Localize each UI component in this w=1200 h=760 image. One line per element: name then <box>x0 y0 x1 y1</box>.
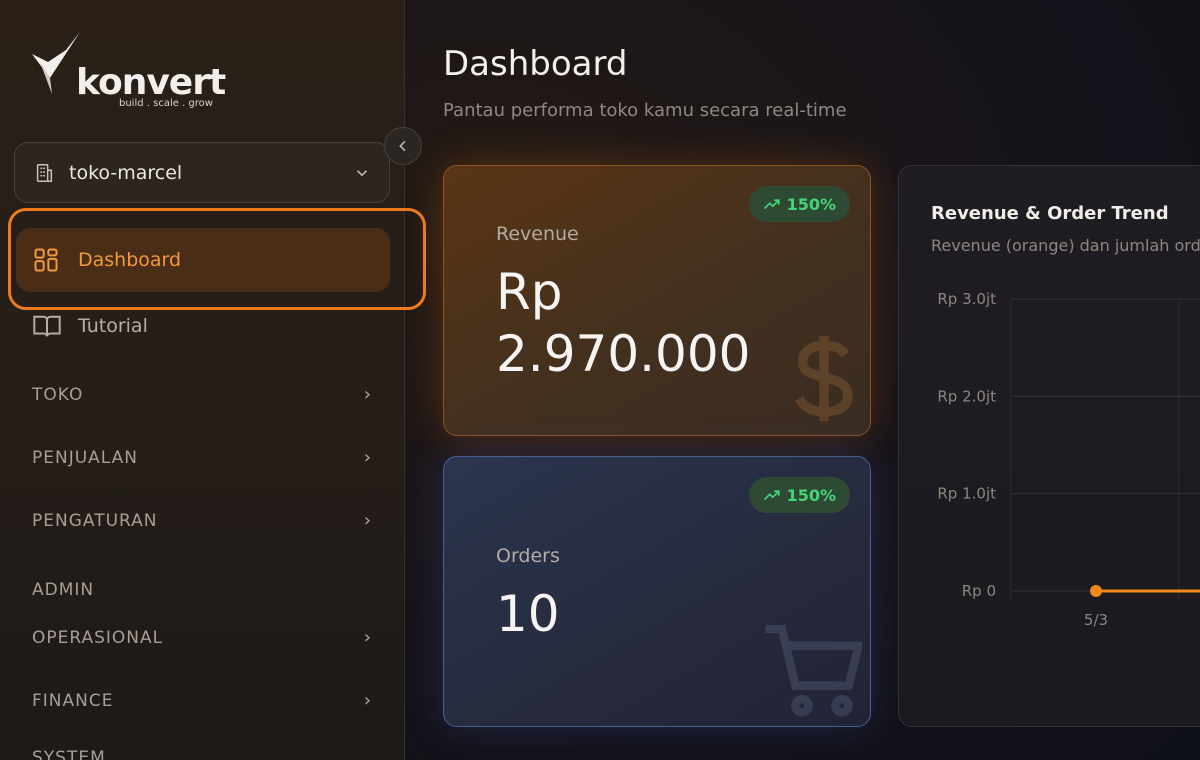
x-tick-label: 5/3 <box>1084 611 1108 629</box>
trending-up-icon <box>763 199 780 210</box>
sidebar-section-penjualan[interactable]: PENJUALAN › <box>32 447 372 468</box>
store-name: toko-marcel <box>69 161 183 184</box>
trending-up-icon <box>763 490 780 501</box>
sidebar-collapse-button[interactable] <box>384 127 422 165</box>
book-icon <box>33 315 61 337</box>
chevron-right-icon: › <box>363 384 372 405</box>
orders-card[interactable]: 150% Orders 10 <box>443 456 871 727</box>
orders-label: Orders <box>496 545 560 567</box>
group-label: ADMIN <box>32 580 95 600</box>
section-label: FINANCE <box>32 690 114 711</box>
trend-chart: Rp 3.0jt Rp 2.0jt Rp 1.0jt Rp 0 5/3 <box>937 290 1200 629</box>
chevron-right-icon: › <box>363 447 372 468</box>
revenue-card[interactable]: 150% Revenue Rp 2.970.000 <box>443 165 871 436</box>
revenue-value-currency: Rp <box>496 263 563 321</box>
brand-tagline: build . scale . grow <box>119 98 213 109</box>
sidebar-item-dashboard[interactable]: Dashboard <box>16 228 390 292</box>
building-icon <box>36 163 53 182</box>
dollar-icon <box>794 335 853 422</box>
y-tick-label: Rp 0 <box>962 582 996 600</box>
sidebar-item-label: Dashboard <box>78 249 182 271</box>
y-tick-label: Rp 3.0jt <box>937 290 996 308</box>
page-subtitle: Pantau performa toko kamu secara real-ti… <box>443 100 847 121</box>
revenue-value-amount: 2.970.000 <box>496 325 751 383</box>
sidebar-group-admin: ADMIN <box>32 580 372 600</box>
sidebar-item-label: Tutorial <box>78 315 148 337</box>
revenue-order-trend-card: Revenue & Order Trend Revenue (orange) d… <box>898 165 1200 727</box>
y-tick-label: Rp 2.0jt <box>937 387 996 405</box>
revenue-growth-badge: 150% <box>748 186 850 222</box>
brand-name: konvert <box>76 62 226 103</box>
badge-value: 150% <box>786 485 836 505</box>
sidebar-section-finance[interactable]: FINANCE › <box>32 690 372 711</box>
chevron-right-icon: › <box>363 690 372 711</box>
revenue-data-point[interactable] <box>1090 585 1102 597</box>
orders-growth-badge: 150% <box>748 477 850 513</box>
brand-logo[interactable]: konvert build . scale . grow <box>30 32 226 112</box>
sidebar-section-operasional[interactable]: OPERASIONAL › <box>32 627 372 648</box>
sidebar-section-toko[interactable]: TOKO › <box>32 384 372 405</box>
section-label: TOKO <box>32 384 84 405</box>
shopping-cart-icon <box>765 624 862 717</box>
section-label: OPERASIONAL <box>32 627 164 648</box>
section-label: SYSTEM <box>32 748 106 760</box>
sidebar-section-system[interactable]: SYSTEM <box>32 748 372 760</box>
chevron-right-icon: › <box>363 627 372 648</box>
chevron-down-icon <box>356 169 368 176</box>
page-title: Dashboard <box>443 44 628 84</box>
section-label: PENGATURAN <box>32 510 158 531</box>
dashboard-icon <box>34 248 58 272</box>
chevron-right-icon: › <box>363 510 372 531</box>
orders-value: 10 <box>496 585 560 643</box>
badge-value: 150% <box>786 194 836 214</box>
sidebar-section-pengaturan[interactable]: PENGATURAN › <box>32 510 372 531</box>
store-selector[interactable]: toko-marcel <box>14 142 390 203</box>
sidebar: konvert build . scale . grow toko-marcel… <box>0 0 426 760</box>
sidebar-item-tutorial[interactable]: Tutorial <box>32 312 148 340</box>
section-label: PENJUALAN <box>32 447 139 468</box>
revenue-label: Revenue <box>496 223 579 245</box>
chevron-left-icon <box>399 140 406 152</box>
y-tick-label: Rp 1.0jt <box>937 485 996 503</box>
